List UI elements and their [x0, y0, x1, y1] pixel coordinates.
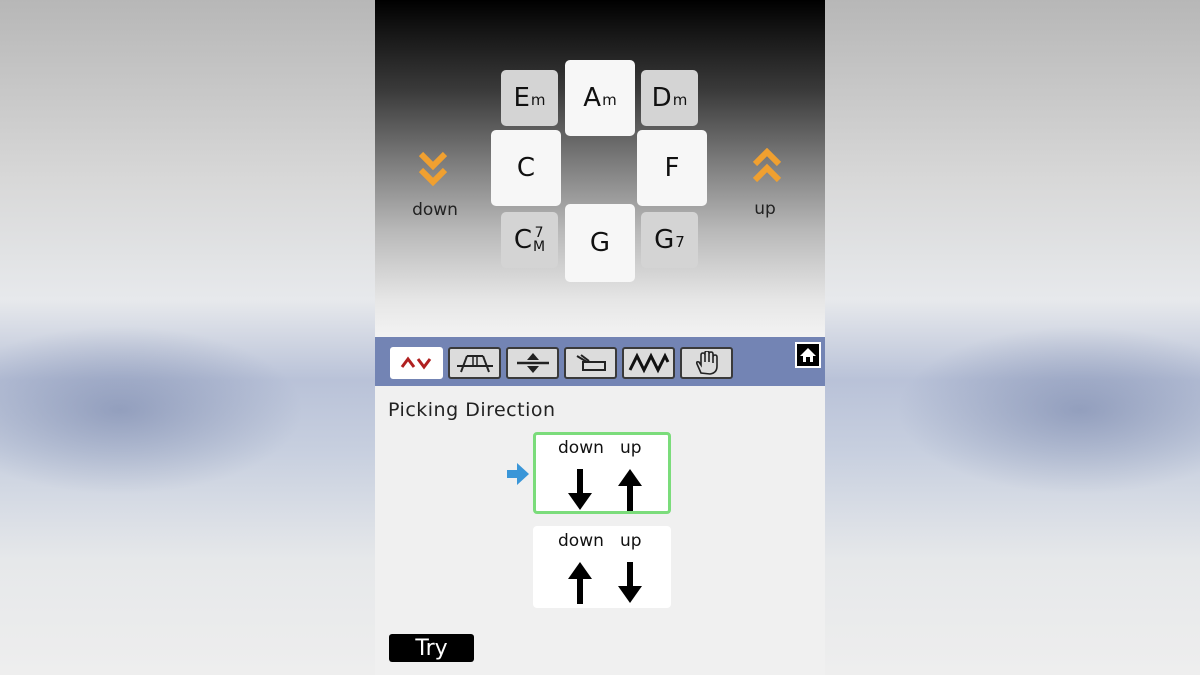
- arrow-down-icon: [618, 562, 642, 603]
- chord-tile-am: Am: [565, 60, 635, 136]
- chord-tile-c: C: [491, 130, 561, 206]
- tool-wave-button[interactable]: [622, 347, 675, 379]
- picking-option-down-up[interactable]: down up: [533, 432, 671, 514]
- arrow-up-icon: [568, 562, 592, 604]
- option-up-label: up: [620, 531, 642, 551]
- chord-tile-f: F: [637, 130, 707, 206]
- double-chevron-down-icon: [418, 151, 448, 187]
- tool-picking-direction-button[interactable]: [390, 347, 443, 379]
- tool-toolbar: [375, 337, 825, 386]
- home-button[interactable]: [795, 342, 821, 368]
- strum-hand-icon: [575, 354, 606, 371]
- chord-tile-dm: Dm: [641, 70, 698, 126]
- up-down-split-icon: [516, 353, 549, 373]
- bridge-icon: [456, 355, 493, 373]
- tool-strum-button[interactable]: [564, 347, 617, 379]
- section-title: Picking Direction: [388, 399, 556, 421]
- bottom-screen: Picking Direction down up down up Try: [375, 337, 825, 675]
- chord-tile-g: G: [565, 204, 635, 282]
- option-down-label: down: [558, 438, 604, 458]
- chord-tile-g7: G7: [641, 212, 698, 268]
- open-hand-icon: [695, 351, 718, 375]
- home-icon: [800, 348, 816, 362]
- arrow-down-icon: [568, 469, 592, 510]
- chord-tile-em: Em: [501, 70, 558, 126]
- arrow-up-icon: [618, 469, 642, 511]
- up-label: up: [754, 199, 776, 219]
- wave-icon: [628, 352, 669, 374]
- tool-bridge-button[interactable]: [448, 347, 501, 379]
- down-label: down: [412, 200, 458, 220]
- chord-tile-cm7: C 7M: [501, 212, 558, 268]
- option-down-label: down: [558, 531, 604, 551]
- option-up-label: up: [620, 438, 642, 458]
- double-chevron-up-icon: [752, 148, 782, 183]
- selection-pointer-icon: [507, 463, 529, 485]
- top-screen: Am Em Dm C F C 7M G G7 down up: [375, 0, 825, 337]
- double-chevron-updown-icon: [400, 356, 431, 370]
- try-button[interactable]: Try: [389, 634, 474, 662]
- picking-option-up-down[interactable]: down up: [533, 526, 671, 608]
- tool-hand-button[interactable]: [680, 347, 733, 379]
- tool-up-down-split-button[interactable]: [506, 347, 559, 379]
